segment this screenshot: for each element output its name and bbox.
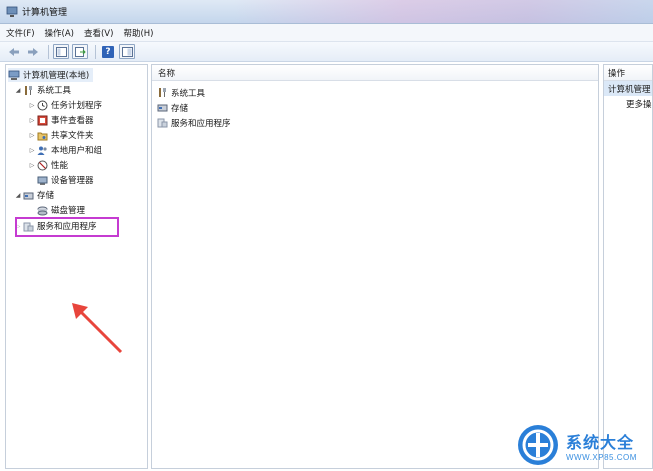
arrow-left-icon: [9, 47, 19, 56]
shared-folder-icon: [36, 129, 48, 141]
site-watermark: 系统大全 WWW.XP85.COM: [516, 420, 653, 470]
tree-item-shared-folders[interactable]: ▷ 共享文件夹: [28, 128, 94, 142]
show-hide-tree-button[interactable]: [53, 44, 69, 59]
tools-icon: [22, 84, 34, 96]
clock-icon: [36, 99, 48, 111]
device-manager-icon: [36, 174, 48, 186]
computer-icon: [8, 69, 20, 81]
watermark-title: 系统大全: [566, 432, 635, 452]
list-item-label: 存储: [171, 103, 189, 114]
toolbar: ?: [0, 42, 653, 62]
menu-file[interactable]: 文件(F): [6, 27, 35, 39]
arrow-right-icon: [28, 47, 38, 56]
tree-label: 计算机管理(本地): [23, 71, 90, 81]
help-button[interactable]: ?: [100, 44, 116, 59]
tree-item-storage[interactable]: ◢ 存储: [14, 188, 54, 202]
list-item-label: 系统工具: [171, 88, 206, 99]
tree-item-system-tools[interactable]: ◢ 系统工具: [14, 83, 71, 97]
console-tree-pane: 计算机管理(本地) ◢ 系统工具 ▷ 任务计划程序 ▷ 事件查看器 ▷ 共享文件…: [5, 64, 148, 469]
title-bar: 计算机管理: [0, 0, 653, 24]
tree-label: 任务计划程序: [51, 101, 103, 111]
highlight-box: [15, 217, 119, 237]
export-list-button[interactable]: [72, 44, 88, 59]
back-button[interactable]: [6, 44, 22, 59]
tree-item-root[interactable]: 计算机管理(本地): [8, 68, 94, 82]
console-tree-icon: [55, 46, 67, 57]
tree-item-disk-management[interactable]: 磁盘管理: [36, 203, 85, 217]
tree-item-event-viewer[interactable]: ▷ 事件查看器: [28, 113, 94, 127]
actions-header-label: 操作: [608, 68, 626, 79]
properties-button[interactable]: [119, 44, 135, 59]
event-viewer-icon: [36, 114, 48, 126]
disk-icon: [36, 204, 48, 216]
tree-label: 事件查看器: [51, 116, 94, 126]
list-item-label: 服务和应用程序: [171, 118, 231, 129]
forward-button[interactable]: [25, 44, 41, 59]
expand-arrow-icon[interactable]: ▷: [28, 102, 36, 109]
column-header-label: 名称: [158, 68, 176, 79]
results-pane: 名称 系统工具 存储 服务和应用程序: [151, 64, 599, 469]
menu-view[interactable]: 查看(V): [84, 27, 113, 39]
menu-action[interactable]: 操作(A): [45, 27, 74, 39]
performance-icon: [36, 159, 48, 171]
actions-section-label: 计算机管理: [608, 84, 651, 95]
toolbar-separator: [95, 44, 96, 59]
watermark-logo-icon: [518, 425, 558, 465]
list-item[interactable]: 服务和应用程序: [152, 115, 598, 130]
properties-icon: [121, 46, 133, 57]
toolbar-separator: [48, 44, 49, 59]
menu-help[interactable]: 帮助(H): [123, 27, 153, 39]
column-header-name[interactable]: 名称: [152, 65, 598, 81]
storage-icon: [22, 189, 34, 201]
menu-bar: 文件(F) 操作(A) 查看(V) 帮助(H): [0, 24, 653, 42]
expand-arrow-icon[interactable]: ▷: [28, 117, 36, 124]
more-actions-link[interactable]: 更多操: [604, 96, 652, 111]
blurred-background: [233, 0, 653, 23]
more-actions-label: 更多操: [626, 99, 652, 110]
tools-icon: [156, 87, 168, 99]
tree-label: 存储: [37, 191, 55, 201]
tree-item-task-scheduler[interactable]: ▷ 任务计划程序: [28, 98, 102, 112]
expand-arrow-icon[interactable]: ▷: [28, 162, 36, 169]
tree-label: 本地用户和组: [51, 146, 103, 156]
tree-label: 系统工具: [37, 86, 72, 96]
tree-item-performance[interactable]: ▷ 性能: [28, 158, 68, 172]
window-title: 计算机管理: [22, 8, 68, 18]
expand-arrow-icon[interactable]: ▷: [28, 132, 36, 139]
collapse-arrow-icon[interactable]: ◢: [14, 87, 22, 94]
actions-header: 操作: [604, 65, 652, 81]
help-icon: ?: [102, 45, 114, 58]
storage-icon: [156, 102, 168, 114]
tree-label: 设备管理器: [51, 176, 94, 186]
list-item[interactable]: 系统工具: [152, 85, 598, 100]
tree-item-device-manager[interactable]: 设备管理器: [36, 173, 94, 187]
actions-section-computer-management[interactable]: 计算机管理: [604, 81, 652, 96]
tree-label: 磁盘管理: [51, 206, 86, 216]
users-icon: [36, 144, 48, 156]
tree-label: 共享文件夹: [51, 131, 94, 141]
tree-item-local-users[interactable]: ▷ 本地用户和组: [28, 143, 102, 157]
collapse-arrow-icon[interactable]: ◢: [14, 192, 22, 199]
red-arrow-annotation: [72, 303, 123, 354]
computer-management-icon: [6, 6, 18, 18]
watermark-url: WWW.XP85.COM: [566, 452, 637, 462]
export-icon: [74, 46, 86, 57]
actions-pane: 操作 计算机管理 更多操: [603, 64, 653, 469]
list-item[interactable]: 存储: [152, 100, 598, 115]
tree-label: 性能: [51, 161, 69, 171]
expand-arrow-icon[interactable]: ▷: [28, 147, 36, 154]
services-icon: [156, 117, 168, 129]
